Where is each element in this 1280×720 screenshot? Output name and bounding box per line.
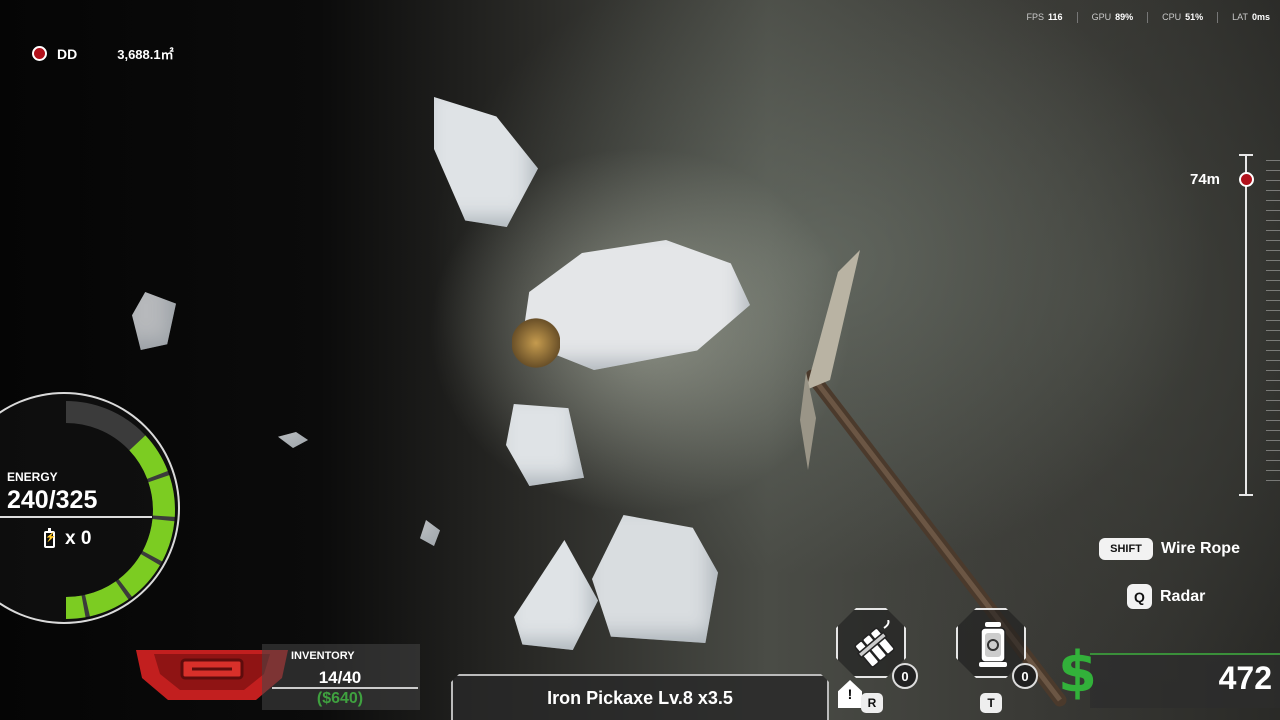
inventory-count: 14/40 bbox=[318, 668, 362, 687]
depth-label: 74m bbox=[1190, 171, 1221, 188]
money-value: 472 bbox=[1218, 660, 1272, 696]
lantern-count: 0 bbox=[1012, 663, 1038, 689]
q-key: Q bbox=[1127, 584, 1152, 609]
battery-count-value: x 0 bbox=[65, 528, 92, 549]
dynamite-count: 0 bbox=[892, 663, 918, 689]
energy-arc-fill bbox=[65, 435, 175, 619]
radar-label: Radar bbox=[1160, 587, 1206, 605]
battery-count: x 0 bbox=[44, 527, 92, 550]
equipped-tool: Iron Pickaxe Lv.8 x3.5 bbox=[451, 674, 829, 720]
energy-value: 240/325 bbox=[7, 486, 98, 514]
inventory-title: INVENTORY bbox=[291, 650, 355, 662]
wire-rope-hint: SHIFT Wire Rope bbox=[1099, 538, 1240, 560]
location-area: 3,688.1㎡ bbox=[117, 47, 174, 62]
depth-marker-icon bbox=[1239, 172, 1254, 187]
location-code: DD bbox=[57, 45, 78, 62]
tool-name: Iron Pickaxe Lv.8 x3.5 bbox=[547, 687, 733, 708]
divider bbox=[1147, 12, 1149, 23]
stat-gpu: GPU 89% bbox=[1091, 12, 1134, 22]
inventory-value: ($640) bbox=[316, 690, 364, 707]
dynamite-icon bbox=[854, 620, 895, 668]
performance-stats: FPS 116 GPU 89% CPU 51% LAT 0ms bbox=[1013, 12, 1270, 23]
depth-gauge bbox=[1245, 154, 1247, 496]
divider bbox=[272, 687, 418, 689]
radar-hint: Q Radar bbox=[1127, 584, 1205, 609]
r-key: R bbox=[861, 693, 883, 713]
energy-title: ENERGY bbox=[7, 470, 58, 484]
stat-latency: LAT 0ms bbox=[1232, 12, 1270, 22]
divider bbox=[0, 516, 152, 518]
shift-key: SHIFT bbox=[1099, 538, 1153, 560]
dollar-icon: $ bbox=[1058, 640, 1097, 705]
depth-gauge-top bbox=[1239, 154, 1253, 156]
location-readout: DD 3,688.1㎡ bbox=[32, 44, 174, 63]
cave-scene bbox=[0, 0, 1280, 720]
depth-gauge-bottom bbox=[1239, 494, 1253, 496]
stat-cpu: CPU 51% bbox=[1162, 12, 1204, 22]
battery-icon bbox=[44, 527, 56, 548]
lantern-icon bbox=[979, 622, 1007, 667]
divider bbox=[1076, 12, 1078, 23]
location-marker-icon bbox=[32, 46, 47, 61]
t-key: T bbox=[980, 693, 1002, 713]
pickaxe bbox=[800, 250, 1067, 707]
depth-scale bbox=[1266, 160, 1280, 490]
divider bbox=[1217, 12, 1219, 23]
wire-rope-label: Wire Rope bbox=[1161, 540, 1240, 557]
stat-fps: FPS 116 bbox=[1026, 12, 1063, 22]
